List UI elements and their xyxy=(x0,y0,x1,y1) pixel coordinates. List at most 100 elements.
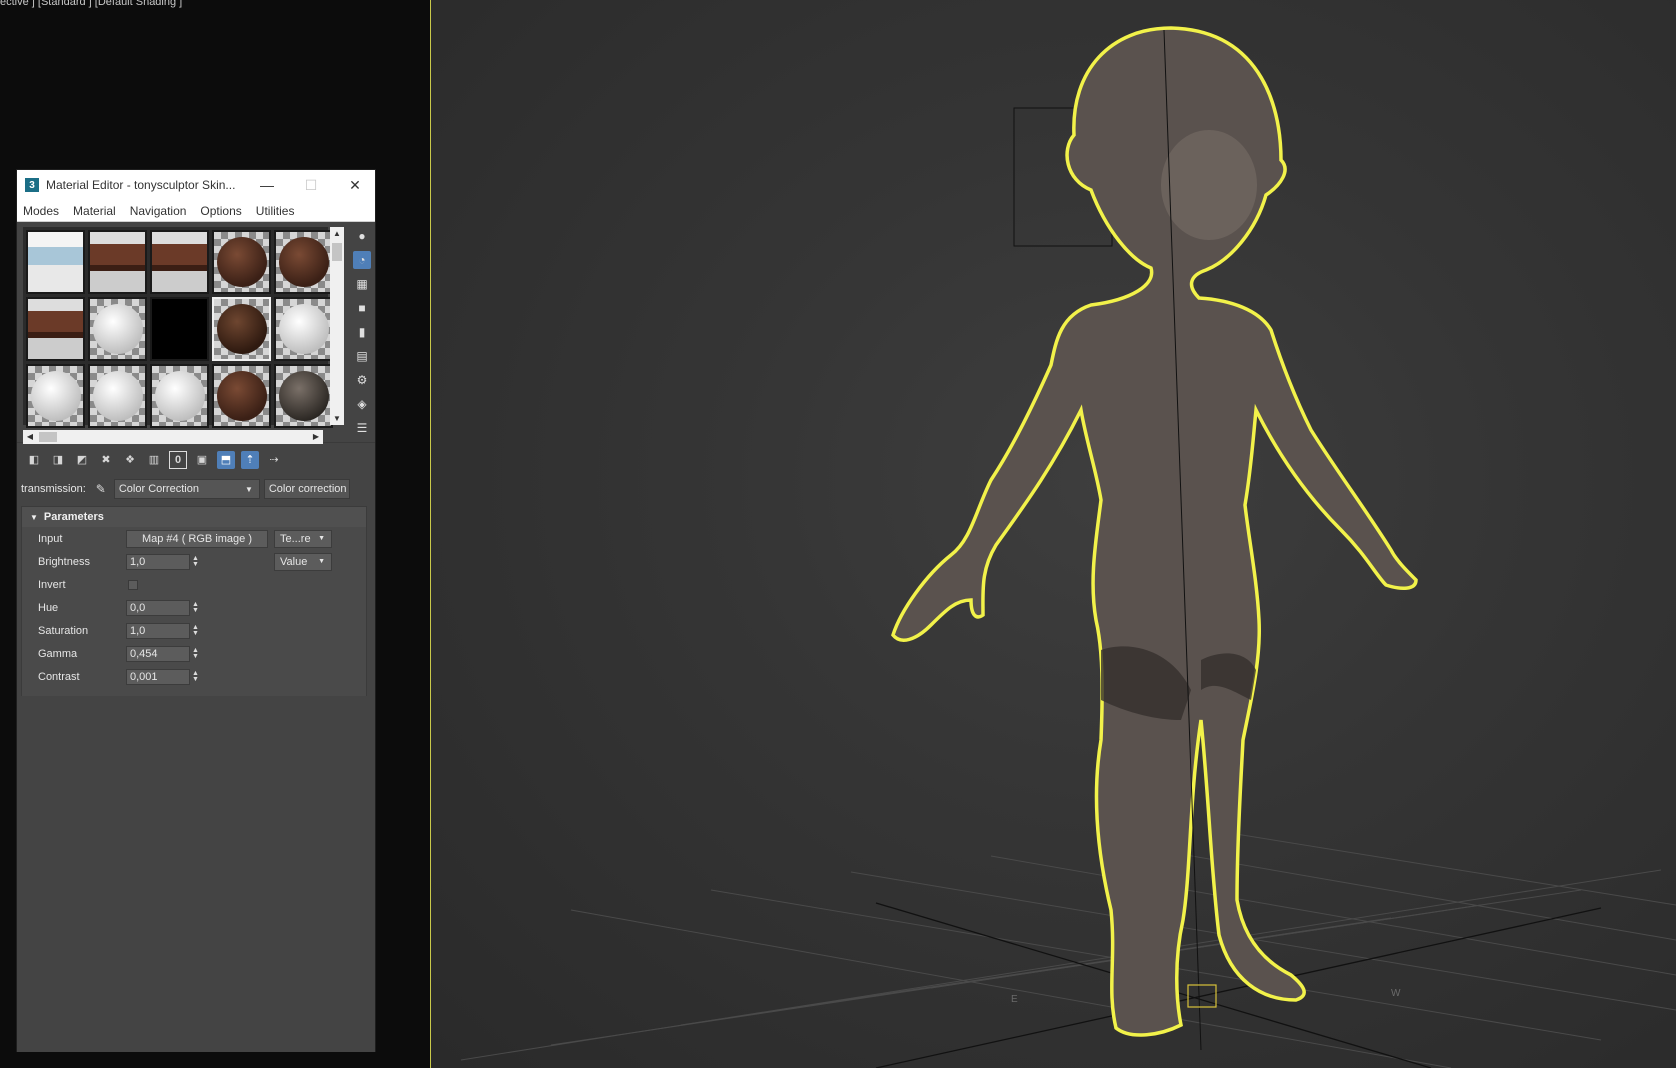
slot-preview xyxy=(217,237,267,287)
material-editor-window[interactable]: 3 Material Editor - tonysculptor Skin...… xyxy=(16,169,376,1052)
menu-material[interactable]: Material xyxy=(73,204,116,218)
reset-icon[interactable]: ✖ xyxy=(97,451,115,469)
slot-preview xyxy=(28,232,83,292)
invert-checkbox[interactable] xyxy=(128,579,138,590)
collapse-triangle-icon[interactable]: ▼ xyxy=(30,513,38,522)
pick-material-icon[interactable]: ✎ xyxy=(96,482,106,496)
make-unique-icon[interactable]: ❖ xyxy=(121,451,139,469)
put-to-library-icon[interactable]: ▥ xyxy=(145,451,163,469)
skull-overlay xyxy=(1161,130,1257,240)
slot-preview xyxy=(217,371,267,421)
saturation-spinner[interactable]: 1,0 xyxy=(126,622,190,639)
scroll-up-arrow-icon[interactable]: ▲ xyxy=(330,229,344,238)
close-button[interactable]: ✕ xyxy=(333,170,377,200)
sample-slot[interactable] xyxy=(26,230,85,294)
sample-slot[interactable] xyxy=(150,230,209,294)
sample-slot[interactable] xyxy=(150,364,209,428)
map-type-dropdown[interactable]: Color Correction ▼ xyxy=(113,479,260,499)
material-navigator-icon[interactable]: ☰ xyxy=(353,419,371,437)
show-end-result-icon[interactable]: ⬒ xyxy=(217,450,235,469)
brightness-label: Brightness xyxy=(38,555,90,568)
sample-slot[interactable] xyxy=(212,364,271,428)
assign-icon[interactable]: ◩ xyxy=(73,451,91,469)
minimize-button[interactable]: — xyxy=(245,170,289,200)
slot-preview xyxy=(31,371,81,421)
show-map-icon[interactable]: ▣ xyxy=(193,451,211,469)
vertical-scrollbar[interactable]: ▲ ▼ xyxy=(330,227,344,425)
brightness-mode-dropdown[interactable]: Value ▼ xyxy=(274,552,332,571)
sample-slot[interactable] xyxy=(212,230,271,294)
viewport-label[interactable]: ective ] [Standard ] [Default Shading ] xyxy=(0,0,182,8)
preview-icon[interactable]: ▤ xyxy=(353,347,371,365)
contrast-row: Contrast 0,001 ▲ ▼ xyxy=(22,665,366,688)
brightness-spinner[interactable]: 1,0 xyxy=(126,553,190,570)
slot-preview xyxy=(279,237,329,287)
get-material-icon[interactable]: ◧ xyxy=(25,451,43,469)
slot-preview xyxy=(279,304,329,354)
menu-bar: Modes Material Navigation Options Utilit… xyxy=(17,200,375,222)
slot-preview xyxy=(28,299,83,359)
spinner-arrows-icon[interactable]: ▲ ▼ xyxy=(192,647,199,660)
hue-label: Hue xyxy=(38,601,59,614)
horizontal-scrollbar[interactable]: ◀ ▶ xyxy=(23,430,323,444)
sample-slot[interactable] xyxy=(212,297,271,361)
maximize-button[interactable]: ☐ xyxy=(289,170,333,200)
menu-options[interactable]: Options xyxy=(200,204,241,218)
scroll-thumb-h[interactable] xyxy=(39,432,57,442)
video-check-icon[interactable]: ▮ xyxy=(353,323,371,341)
brightness-mode-value: Value xyxy=(280,555,308,568)
contrast-spinner[interactable]: 0,001 xyxy=(126,668,190,685)
background-icon[interactable]: ▦ xyxy=(353,275,371,293)
sample-slot[interactable] xyxy=(150,297,209,361)
go-to-parent-icon[interactable]: ⇡ xyxy=(241,450,259,469)
scene-view[interactable]: E W xyxy=(431,0,1676,1068)
material-id-icon[interactable]: 0 xyxy=(169,450,187,469)
spinner-arrows-icon[interactable]: ▲ ▼ xyxy=(192,670,199,683)
put-to-scene-icon[interactable]: ◨ xyxy=(49,451,67,469)
gamma-label: Gamma xyxy=(38,647,78,660)
input-row: Input Map #4 ( RGB image ) Te...re ▼ xyxy=(22,527,366,550)
sample-slot[interactable] xyxy=(88,230,147,294)
spinner-arrows-icon[interactable]: ▲ ▼ xyxy=(192,555,199,568)
scroll-right-arrow-icon[interactable]: ▶ xyxy=(309,432,323,441)
rollout-title: Parameters xyxy=(43,511,104,523)
chevron-down-icon: ▼ xyxy=(318,558,325,565)
sample-slot[interactable] xyxy=(274,230,333,294)
input-map-button[interactable]: Map #4 ( RGB image ) xyxy=(126,529,268,548)
gamma-spinner[interactable]: 0,454 xyxy=(126,645,190,662)
map-slot-label: transmission: xyxy=(21,483,86,495)
perspective-viewport[interactable]: E W xyxy=(431,0,1676,1068)
sample-slot[interactable] xyxy=(274,297,333,361)
title-bar[interactable]: 3 Material Editor - tonysculptor Skin...… xyxy=(17,170,375,200)
sample-slot[interactable] xyxy=(26,364,85,428)
menu-modes[interactable]: Modes xyxy=(23,204,59,218)
spinner-arrows-icon[interactable]: ▲ ▼ xyxy=(192,601,199,614)
sample-uv-icon[interactable]: ■ xyxy=(353,299,371,317)
window-title: Material Editor - tonysculptor Skin... xyxy=(46,178,236,192)
backlight-icon[interactable]: ◔ xyxy=(353,251,371,269)
sphere-icon[interactable]: ● xyxy=(353,227,371,245)
hue-spinner[interactable]: 0,0 xyxy=(126,599,190,616)
scroll-down-arrow-icon[interactable]: ▼ xyxy=(330,414,344,423)
map-name-field[interactable]: Color correction xyxy=(263,479,350,499)
menu-navigation[interactable]: Navigation xyxy=(130,204,187,218)
sample-slot[interactable] xyxy=(88,364,147,428)
sample-slot[interactable] xyxy=(88,297,147,361)
sample-slot[interactable] xyxy=(274,364,333,428)
options-icon[interactable]: ⚙ xyxy=(353,371,371,389)
sample-slot[interactable] xyxy=(26,297,85,361)
input-mode-dropdown[interactable]: Te...re ▼ xyxy=(274,529,332,548)
parameters-rollout: ▼ Parameters Input Map #4 ( RGB image ) … xyxy=(21,506,367,702)
go-forward-sibling-icon[interactable]: ⇢ xyxy=(265,451,283,469)
sample-slots-grid xyxy=(23,227,333,428)
menu-utilities[interactable]: Utilities xyxy=(256,204,295,218)
character-model[interactable] xyxy=(891,26,1418,1037)
spinner-arrows-icon[interactable]: ▲ ▼ xyxy=(192,624,199,637)
scroll-left-arrow-icon[interactable]: ◀ xyxy=(23,432,37,441)
slot-preview xyxy=(152,232,207,292)
rollout-header[interactable]: ▼ Parameters xyxy=(22,507,366,527)
scroll-thumb[interactable] xyxy=(332,243,342,261)
side-toolbar: ● ◔ ▦ ■ ▮ ▤ ⚙ ◈ ☰ xyxy=(350,227,374,443)
select-by-material-icon[interactable]: ◈ xyxy=(353,395,371,413)
app-logo-icon: 3 xyxy=(25,178,39,192)
